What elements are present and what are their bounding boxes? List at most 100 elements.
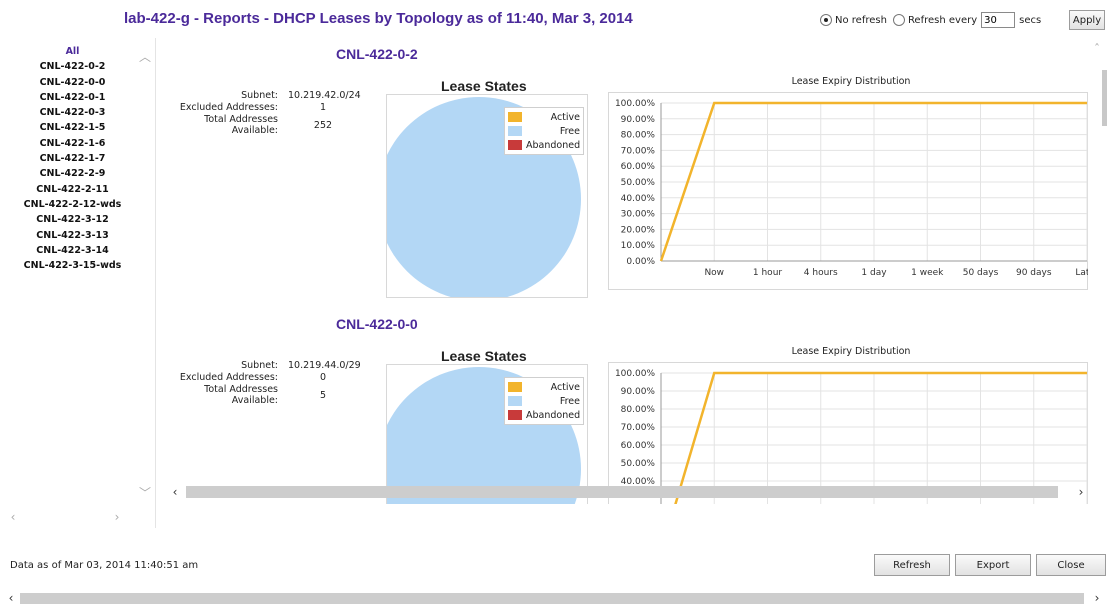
chart-legend: Active Free Abandoned — [504, 107, 584, 155]
sidebar-item[interactable]: CNL-422-1-7 — [0, 151, 145, 166]
scroll-right-icon[interactable]: › — [1088, 589, 1106, 607]
no-refresh-radio[interactable] — [820, 14, 832, 26]
legend-swatch — [508, 382, 522, 392]
sidebar-item[interactable]: All — [0, 44, 145, 59]
legend-swatch — [508, 396, 522, 406]
expiry-chart-title: Lease Expiry Distribution — [791, 346, 911, 357]
data-timestamp: Data as of Mar 03, 2014 11:40:51 am — [10, 560, 199, 571]
scroll-right-icon[interactable]: › — [108, 508, 126, 526]
x-tick-label: 4 hours — [804, 268, 838, 278]
topology-sidebar: All CNL-422-0-2 CNL-422-0-0 CNL-422-0-1 CNL-… — [0, 38, 156, 528]
sidebar-item[interactable]: CNL-422-0-0 — [0, 75, 145, 90]
subnet-label: Subnet: — [241, 90, 278, 101]
total-value: 5 — [319, 390, 327, 401]
legend-swatch — [508, 140, 522, 150]
main-vertical-scrollbar[interactable]: ˆ — [1092, 38, 1107, 488]
total-value: 252 — [313, 120, 333, 131]
total-label: Total Addresses Available: — [168, 114, 288, 136]
scroll-up-icon[interactable]: ˆ — [1088, 40, 1106, 58]
scroll-left-icon[interactable]: ‹ — [2, 589, 20, 607]
legend-label: Active — [550, 381, 580, 393]
sidebar-item[interactable]: CNL-422-3-14 — [0, 243, 145, 258]
y-tick-label: 90.00% — [621, 115, 656, 125]
total-label-line2: Available: — [231, 125, 278, 136]
excluded-label: Excluded Addresses: — [179, 372, 278, 383]
subnet-value: 10.219.42.0/24 — [288, 90, 361, 101]
sidebar-horizontal-scrollbar[interactable]: ‹ › — [0, 508, 136, 528]
legend-swatch — [508, 126, 522, 136]
sidebar-item[interactable]: CNL-422-1-6 — [0, 136, 145, 151]
subnet-info: Subnet: 10.219.44.0/29 Excluded Addresses… — [168, 360, 368, 407]
legend-swatch — [508, 410, 522, 420]
legend-swatch — [508, 112, 522, 122]
legend-label: Free — [559, 125, 580, 137]
main-horizontal-scrollbar[interactable]: ‹ › — [166, 482, 1092, 502]
scroll-left-icon[interactable]: ‹ — [166, 483, 184, 501]
y-tick-label: 50.00% — [621, 459, 656, 469]
topology-section: CNL-422-0-2 Subnet: 10.219.42.0/24 Exclud… — [158, 38, 1088, 300]
y-tick-label: 0.00% — [626, 257, 655, 267]
sidebar-item[interactable]: CNL-422-2-12-wds — [0, 197, 145, 212]
sidebar-vertical-scrollbar[interactable]: ︿ ﹀ — [136, 38, 154, 500]
sidebar-item[interactable]: CNL-422-0-1 — [0, 90, 145, 105]
scroll-down-icon[interactable]: ﹀ — [136, 484, 154, 502]
topology-section: CNL-422-0-0 Subnet: 10.219.44.0/29 Exclud… — [158, 308, 1088, 504]
report-content: CNL-422-0-2 Subnet: 10.219.42.0/24 Exclud… — [158, 38, 1088, 504]
sidebar-item[interactable]: CNL-422-1-5 — [0, 120, 145, 135]
y-tick-label: 40.00% — [621, 194, 656, 204]
y-tick-label: 30.00% — [621, 210, 656, 220]
subnet-label: Subnet: — [241, 360, 278, 371]
y-tick-label: 10.00% — [621, 241, 656, 251]
scroll-thumb[interactable] — [186, 486, 1058, 498]
scroll-thumb[interactable] — [20, 593, 1084, 604]
scroll-thumb[interactable] — [1102, 70, 1107, 126]
lease-states-chart: Active Free Abandoned — [386, 94, 588, 298]
x-tick-label: Now — [704, 268, 724, 278]
subnet-info: Subnet: 10.219.42.0/24 Excluded Addresses… — [168, 90, 368, 137]
x-tick-label: Later — [1075, 268, 1088, 278]
scroll-up-icon[interactable]: ︿ — [136, 48, 154, 66]
legend-label: Active — [550, 111, 580, 123]
topology-list: All CNL-422-0-2 CNL-422-0-0 CNL-422-0-1 CNL-… — [0, 44, 145, 273]
sidebar-item[interactable]: CNL-422-2-9 — [0, 166, 145, 181]
subnet-value: 10.219.44.0/29 — [288, 360, 361, 371]
chart-legend: Active Free Abandoned — [504, 377, 584, 425]
x-tick-label: 90 days — [1016, 268, 1052, 278]
refresh-every-label: Refresh every — [907, 14, 978, 26]
excluded-label: Excluded Addresses: — [179, 102, 278, 113]
total-label-line1: Total Addresses — [204, 114, 278, 125]
y-tick-label: 20.00% — [621, 225, 656, 235]
y-tick-label: 70.00% — [621, 423, 656, 433]
refresh-interval-input[interactable] — [981, 12, 1016, 28]
lease-states-title: Lease States — [441, 348, 527, 364]
refresh-every-radio[interactable] — [892, 14, 905, 26]
excluded-value: 0 — [319, 372, 327, 383]
legend-label: Abandoned — [526, 139, 581, 151]
y-tick-label: 60.00% — [621, 162, 656, 172]
scroll-left-icon[interactable]: ‹ — [4, 508, 22, 526]
no-refresh-label: No refresh — [835, 14, 887, 26]
y-tick-label: 60.00% — [621, 441, 656, 451]
sidebar-item[interactable]: CNL-422-3-15-wds — [0, 258, 145, 273]
section-title: CNL-422-0-2 — [336, 46, 418, 62]
apply-button[interactable]: Apply — [1069, 10, 1105, 30]
close-button[interactable]: Close — [1036, 554, 1106, 576]
sidebar-item[interactable]: CNL-422-0-3 — [0, 105, 145, 120]
x-tick-label: 1 week — [911, 268, 944, 278]
refresh-button[interactable]: Refresh — [874, 554, 950, 576]
x-tick-label: 1 hour — [753, 268, 783, 278]
export-button[interactable]: Export — [955, 554, 1031, 576]
total-label-line1: Total Addresses — [204, 384, 278, 395]
sidebar-item[interactable]: CNL-422-2-11 — [0, 182, 145, 197]
sidebar-item[interactable]: CNL-422-3-12 — [0, 212, 145, 227]
legend-label: Free — [559, 395, 580, 407]
total-label: Total Addresses Available: — [168, 384, 288, 406]
page-horizontal-scrollbar[interactable]: ‹ › — [0, 590, 1107, 607]
y-tick-label: 80.00% — [621, 131, 656, 141]
sidebar-item[interactable]: CNL-422-3-13 — [0, 228, 145, 243]
scroll-right-icon[interactable]: › — [1072, 483, 1090, 501]
secs-label: secs — [1019, 14, 1042, 26]
sidebar-item[interactable]: CNL-422-0-2 — [0, 59, 145, 74]
line-svg: 0.00% 10.00% 20.00% 30.00% 40.00% 50.00% 60.00… — [615, 99, 1088, 278]
legend-label: Abandoned — [526, 409, 581, 421]
